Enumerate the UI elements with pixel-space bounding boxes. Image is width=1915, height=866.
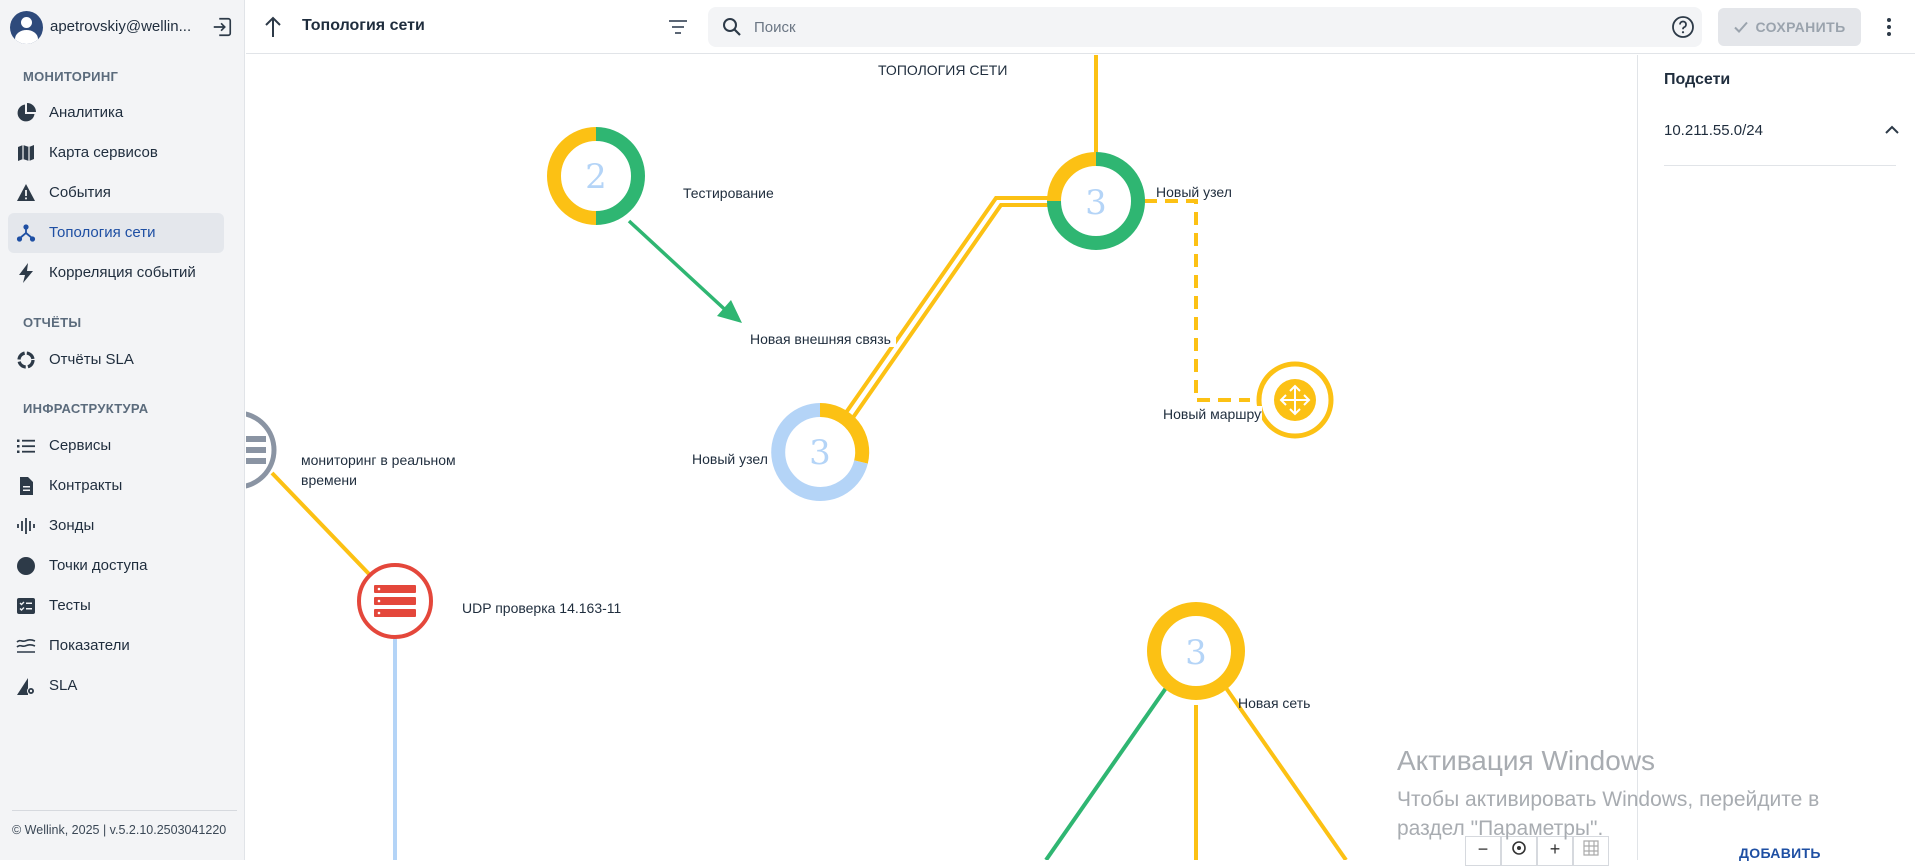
sidebar-item-label: Аналитика bbox=[49, 104, 124, 121]
sidebar-item-label: Зонды bbox=[49, 517, 95, 534]
label-new-network[interactable]: Новая сеть bbox=[1238, 695, 1310, 711]
divider bbox=[1664, 165, 1896, 166]
sidebar-item-probes[interactable]: Зонды bbox=[8, 506, 224, 546]
link-network-left[interactable] bbox=[1044, 686, 1168, 860]
sidebar-item-services[interactable]: Сервисы bbox=[8, 426, 224, 466]
warning-icon bbox=[17, 184, 35, 201]
label-new-node-top[interactable]: Новый узел bbox=[1156, 184, 1232, 200]
sidebar-item-network-topology[interactable]: Топология сети bbox=[8, 213, 224, 253]
page-title: Топология сети bbox=[302, 17, 425, 34]
topbar: Топология сети СОХРАНИТЬ bbox=[246, 0, 1915, 54]
sidebar-item-label: Показатели bbox=[49, 637, 130, 654]
crosshair-icon bbox=[1512, 841, 1526, 855]
list-icon bbox=[17, 439, 35, 453]
node-testing[interactable]: 2 bbox=[547, 127, 645, 225]
lightning-icon bbox=[19, 263, 33, 283]
waveform-icon bbox=[17, 518, 35, 534]
section-reports: ОТЧЁТЫ bbox=[23, 315, 82, 330]
help-icon[interactable] bbox=[1671, 15, 1695, 39]
sidebar-item-events[interactable]: События bbox=[8, 173, 224, 213]
panel-title: Подсети bbox=[1664, 71, 1731, 88]
user-row[interactable]: apetrovskiy@wellin... bbox=[0, 0, 245, 54]
sidebar-item-label: Карта сервисов bbox=[49, 144, 158, 161]
link-dashed-router[interactable] bbox=[1144, 199, 1250, 402]
chevron-up-icon[interactable] bbox=[1883, 121, 1901, 139]
sidebar-item-label: Корреляция событий bbox=[49, 264, 196, 281]
zoom-controls: − + bbox=[1465, 836, 1609, 866]
search-input[interactable] bbox=[754, 15, 1614, 39]
sidebar-item-label: SLA bbox=[49, 677, 78, 694]
label-testing[interactable]: Тестирование bbox=[683, 185, 774, 201]
node-count: 3 bbox=[1085, 183, 1107, 223]
node-new-node-top[interactable]: 3 bbox=[1047, 152, 1145, 250]
metrics-icon bbox=[16, 639, 36, 653]
sidebar-item-sla-reports[interactable]: Отчёты SLA bbox=[8, 340, 224, 380]
sidebar-item-label: Отчёты SLA bbox=[49, 351, 134, 368]
sidebar-item-sla[interactable]: SLA bbox=[8, 666, 224, 706]
sidebar-item-service-map[interactable]: Карта сервисов bbox=[8, 133, 224, 173]
arrow-up-icon[interactable] bbox=[262, 15, 284, 39]
document-icon bbox=[20, 477, 33, 495]
node-udp-check[interactable] bbox=[357, 563, 433, 639]
label-monitoring[interactable]: мониторинг в реальном времени bbox=[301, 450, 476, 490]
filter-icon[interactable] bbox=[667, 16, 689, 38]
label-new-node-mid[interactable]: Новый узел bbox=[692, 451, 768, 467]
node-count: 3 bbox=[1185, 633, 1207, 673]
center-button[interactable] bbox=[1501, 836, 1537, 866]
node-count: 2 bbox=[585, 157, 607, 197]
grid-button[interactable] bbox=[1573, 836, 1609, 866]
sidebar-item-label: События bbox=[49, 184, 111, 201]
sidebar-item-analytics[interactable]: Аналитика bbox=[8, 93, 224, 133]
subnets-panel: Подсети 10.211.55.0/24 ДОБАВИТЬ bbox=[1637, 55, 1915, 861]
subnet-item[interactable]: 10.211.55.0/24 bbox=[1664, 122, 1763, 139]
circle-icon bbox=[17, 557, 35, 575]
add-button[interactable]: ДОБАВИТЬ bbox=[1739, 845, 1821, 861]
username[interactable]: apetrovskiy@wellin... bbox=[50, 18, 190, 35]
more-vertical-icon[interactable] bbox=[1882, 16, 1896, 38]
checklist-icon bbox=[17, 598, 35, 614]
link-network-right[interactable] bbox=[1224, 686, 1348, 860]
link-testing-external[interactable] bbox=[627, 219, 735, 319]
canvas-heading: ТОПОЛОГИЯ СЕТИ bbox=[878, 62, 1008, 78]
avatar[interactable] bbox=[10, 11, 43, 44]
zoom-out-button[interactable]: − bbox=[1465, 836, 1501, 866]
logout-icon[interactable] bbox=[211, 16, 233, 38]
sidebar-item-event-correlation[interactable]: Корреляция событий bbox=[8, 253, 224, 293]
label-external-link[interactable]: Новая внешняя связь bbox=[750, 331, 896, 347]
save-button[interactable]: СОХРАНИТЬ bbox=[1718, 8, 1861, 46]
pie-chart-icon bbox=[17, 103, 36, 122]
sidebar-item-label: Контракты bbox=[49, 477, 123, 494]
map-icon bbox=[18, 145, 34, 161]
label-router[interactable]: Новый маршрутизатор bbox=[1163, 406, 1262, 422]
section-infrastructure: ИНФРАСТРУКТУРА bbox=[23, 401, 149, 416]
search-box[interactable] bbox=[708, 7, 1702, 47]
node-new-network[interactable]: 3 bbox=[1147, 602, 1245, 700]
sidebar: apetrovskiy@wellin... МОНИТОРИНГ Аналити… bbox=[0, 0, 245, 860]
sla-gear-icon bbox=[17, 678, 35, 695]
node-new-node-mid[interactable]: 3 bbox=[771, 402, 870, 501]
sidebar-item-label: Топология сети bbox=[49, 224, 156, 241]
sidebar-item-tests[interactable]: Тесты bbox=[8, 586, 224, 626]
label-udp-check[interactable]: UDP проверка 14.163-11 bbox=[462, 600, 621, 616]
grid-icon bbox=[1583, 840, 1599, 856]
node-router[interactable] bbox=[1256, 361, 1334, 439]
check-icon bbox=[1734, 21, 1749, 33]
sidebar-item-label: Сервисы bbox=[49, 437, 112, 454]
topology-canvas[interactable]: 2 3 3 3 ТОПОЛОГИЯ СЕТИ Тестирование Новы… bbox=[246, 55, 1637, 860]
sidebar-item-label: Тесты bbox=[49, 597, 91, 614]
sidebar-item-contracts[interactable]: Контракты bbox=[8, 466, 224, 506]
search-icon bbox=[723, 18, 741, 36]
save-button-label: СОХРАНИТЬ bbox=[1755, 19, 1846, 35]
link-double-b[interactable] bbox=[850, 203, 1058, 421]
sidebar-item-access-points[interactable]: Точки доступа bbox=[8, 546, 224, 586]
node-count: 3 bbox=[809, 433, 831, 473]
sidebar-item-label: Точки доступа bbox=[49, 557, 148, 574]
sidebar-item-metrics[interactable]: Показатели bbox=[8, 626, 224, 666]
topology-icon bbox=[16, 224, 36, 242]
donut-chart-icon bbox=[17, 351, 35, 369]
node-monitoring[interactable] bbox=[246, 411, 277, 489]
version-footer: © Wellink, 2025 | v.5.2.10.2503041220 bbox=[12, 810, 237, 837]
zoom-in-button[interactable]: + bbox=[1537, 836, 1573, 866]
section-monitoring: МОНИТОРИНГ bbox=[23, 69, 119, 84]
